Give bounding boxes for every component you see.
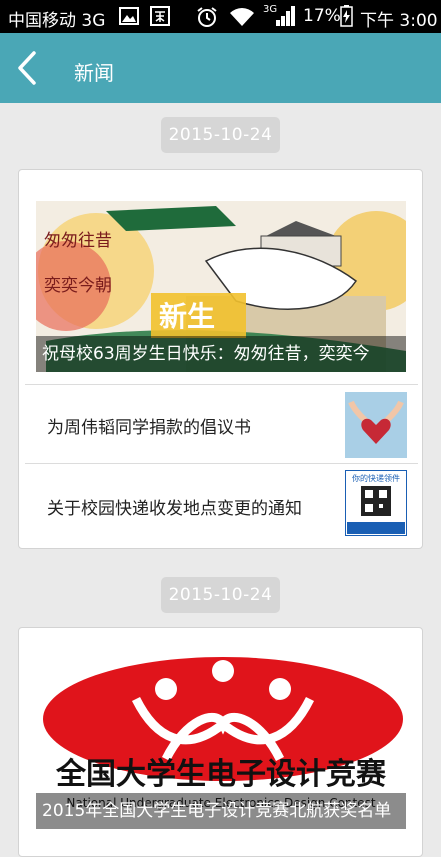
wifi-icon (230, 8, 254, 26)
signal-icon (276, 6, 295, 26)
hero-art-text: 新生 (159, 300, 215, 333)
news-title: 为周伟韬同学捐款的倡议书 (47, 418, 251, 438)
battery-charging-icon (340, 5, 353, 27)
news-card: 全国大学生电子设计竞赛 National Undergraduate Elect… (18, 627, 423, 857)
news-title: 关于校园快递收发地点变更的通知 (47, 499, 302, 519)
chevron-left-icon (18, 51, 36, 85)
news-hero-item[interactable]: 匆匆往昔 奕奕今朝 新生 祝母校63周岁生日快乐：匆匆往昔，奕奕今 (36, 201, 406, 372)
news-hero-item[interactable]: 全国大学生电子设计竞赛 National Undergraduate Elect… (36, 639, 406, 829)
hero-art-text: 匆匆往昔 (44, 231, 112, 251)
battery-percent: 17% (303, 6, 341, 26)
news-list-item[interactable]: 为周伟韬同学捐款的倡议书 (25, 384, 418, 464)
status-bar: 中国移动 3G 3G 17% 下午 3:00 (0, 0, 441, 33)
image-icon (119, 7, 139, 25)
back-button[interactable] (10, 45, 50, 91)
logo-text: 全国大学生电子设计竞赛 (55, 757, 387, 792)
news-list-item[interactable]: 关于校园快递收发地点变更的通知 你的快递领件 (25, 463, 418, 544)
hero-caption: 祝母校63周岁生日快乐：匆匆往昔，奕奕今 (36, 336, 406, 372)
clock: 下午 3:00 (360, 11, 438, 31)
app-notification-icon (150, 6, 170, 26)
thumbnail-text: 你的快递领件 (352, 473, 400, 483)
news-thumbnail: 你的快递领件 (345, 470, 407, 536)
app-bar: 新闻 (0, 33, 441, 103)
page-title: 新闻 (74, 61, 114, 85)
date-chip: 2015-10-24 (161, 577, 280, 613)
news-card: 匆匆往昔 奕奕今朝 新生 祝母校63周岁生日快乐：匆匆往昔，奕奕今 为周伟韬同学… (18, 169, 423, 549)
carrier-label: 中国移动 3G (8, 11, 106, 31)
date-chip: 2015-10-24 (161, 117, 280, 153)
hero-art-text: 奕奕今朝 (44, 276, 112, 296)
hero-caption: 2015年全国大学生电子设计竞赛北航获奖名单 (36, 793, 406, 829)
alarm-icon (197, 7, 217, 27)
news-thumbnail (345, 392, 407, 458)
